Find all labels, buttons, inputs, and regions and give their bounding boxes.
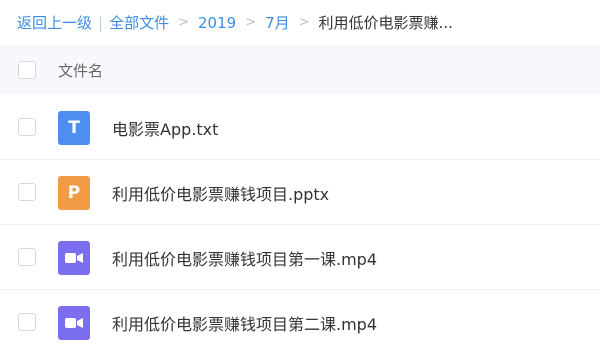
file-row[interactable]: P 利用低价电影票赚钱项目.pptx xyxy=(0,160,600,225)
chevron-right-icon: > xyxy=(245,15,257,30)
file-name[interactable]: 利用低价电影票赚钱项目.pptx xyxy=(112,181,329,205)
file-name[interactable]: 利用低价电影票赚钱项目第二课.mp4 xyxy=(112,311,377,335)
breadcrumb: 返回上一级 | 全部文件 > 2019 > 7月 > 利用低价电影票赚... xyxy=(0,0,600,45)
row-checkbox[interactable] xyxy=(18,248,36,266)
breadcrumb-divider: | xyxy=(98,13,104,32)
file-name[interactable]: 电影票App.txt xyxy=(112,116,218,140)
file-list-header: 文件名 xyxy=(0,45,600,95)
chevron-right-icon: > xyxy=(178,15,189,30)
breadcrumb-item-july[interactable]: 7月 xyxy=(265,12,290,33)
select-all-checkbox[interactable] xyxy=(18,61,36,79)
file-row[interactable]: T 电影票App.txt xyxy=(0,95,600,160)
breadcrumb-item-2019[interactable]: 2019 xyxy=(198,14,236,32)
back-link[interactable]: 返回上一级 xyxy=(17,12,92,33)
column-header-filename[interactable]: 文件名 xyxy=(58,60,103,81)
breadcrumb-item-all-files[interactable]: 全部文件 xyxy=(109,12,169,33)
video-camera-icon xyxy=(65,253,83,263)
txt-file-icon: T xyxy=(58,111,90,145)
file-row[interactable]: 利用低价电影票赚钱项目第一课.mp4 xyxy=(0,225,600,290)
chevron-right-icon: > xyxy=(298,15,310,30)
row-checkbox[interactable] xyxy=(18,118,36,136)
row-checkbox[interactable] xyxy=(18,313,36,331)
breadcrumb-current: 利用低价电影票赚... xyxy=(318,14,453,32)
video-file-icon xyxy=(58,241,90,275)
file-row[interactable]: 利用低价电影票赚钱项目第二课.mp4 xyxy=(0,290,600,355)
file-name[interactable]: 利用低价电影票赚钱项目第一课.mp4 xyxy=(112,246,377,270)
pptx-file-icon: P xyxy=(58,176,90,210)
video-camera-icon xyxy=(65,318,83,328)
video-file-icon xyxy=(58,306,90,340)
row-checkbox[interactable] xyxy=(18,183,36,201)
